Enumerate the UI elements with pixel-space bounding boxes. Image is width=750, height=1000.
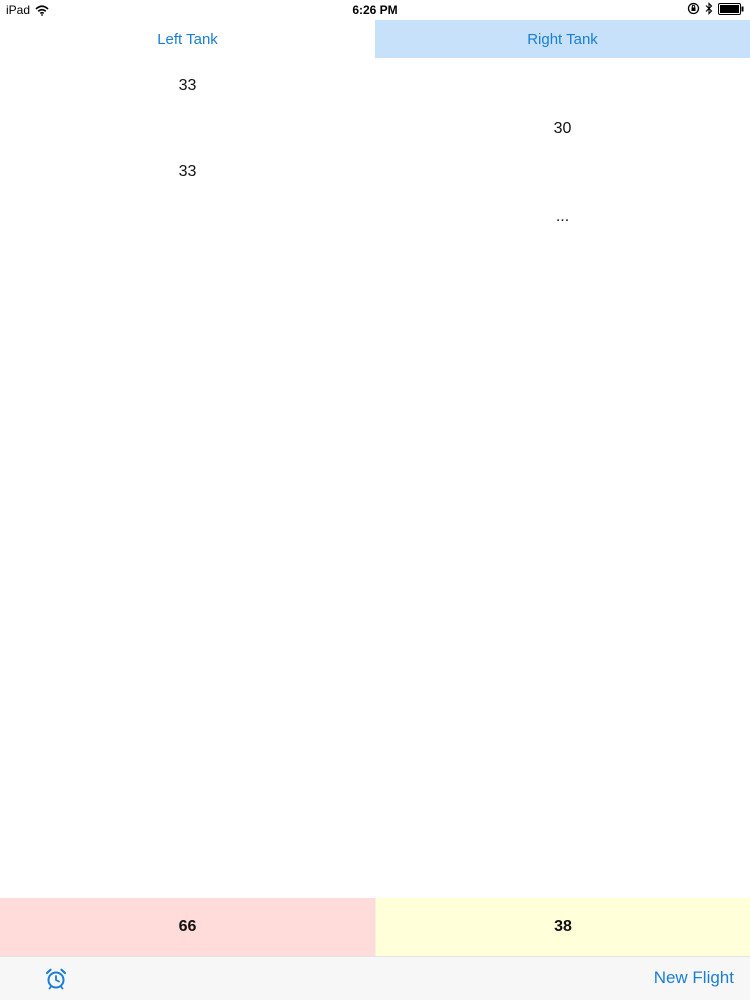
bottom-toolbar: New Flight — [0, 956, 750, 1000]
right-reading-1: 30 — [553, 120, 572, 137]
bluetooth-icon — [705, 2, 713, 15]
right-tank-column: 30 ... — [375, 58, 750, 898]
new-flight-button[interactable]: New Flight — [654, 968, 734, 988]
left-reading-2: 33 — [178, 163, 197, 180]
tab-left-tank[interactable]: Left Tank — [0, 20, 375, 58]
status-bar: iPad 6:26 PM — [0, 0, 750, 20]
battery-icon — [718, 2, 744, 15]
readings-area: 33 33 30 ... — [0, 58, 750, 898]
tank-tabs: Left Tank Right Tank — [0, 20, 750, 58]
screen: iPad 6:26 PM Left Tank Right Tank 33 33 … — [0, 0, 750, 1000]
tank-totals: 66 38 — [0, 898, 750, 956]
left-tank-column: 33 33 — [0, 58, 375, 898]
left-tank-total: 66 — [0, 898, 375, 956]
status-right — [687, 2, 744, 15]
tab-right-tank[interactable]: Right Tank — [375, 20, 750, 58]
rotation-lock-icon — [687, 2, 700, 15]
left-reading-1: 33 — [178, 77, 197, 94]
alarm-clock-icon[interactable] — [44, 967, 68, 991]
right-tank-total: 38 — [375, 898, 750, 956]
right-reading-pending: ... — [555, 208, 570, 225]
status-time: 6:26 PM — [352, 3, 398, 17]
